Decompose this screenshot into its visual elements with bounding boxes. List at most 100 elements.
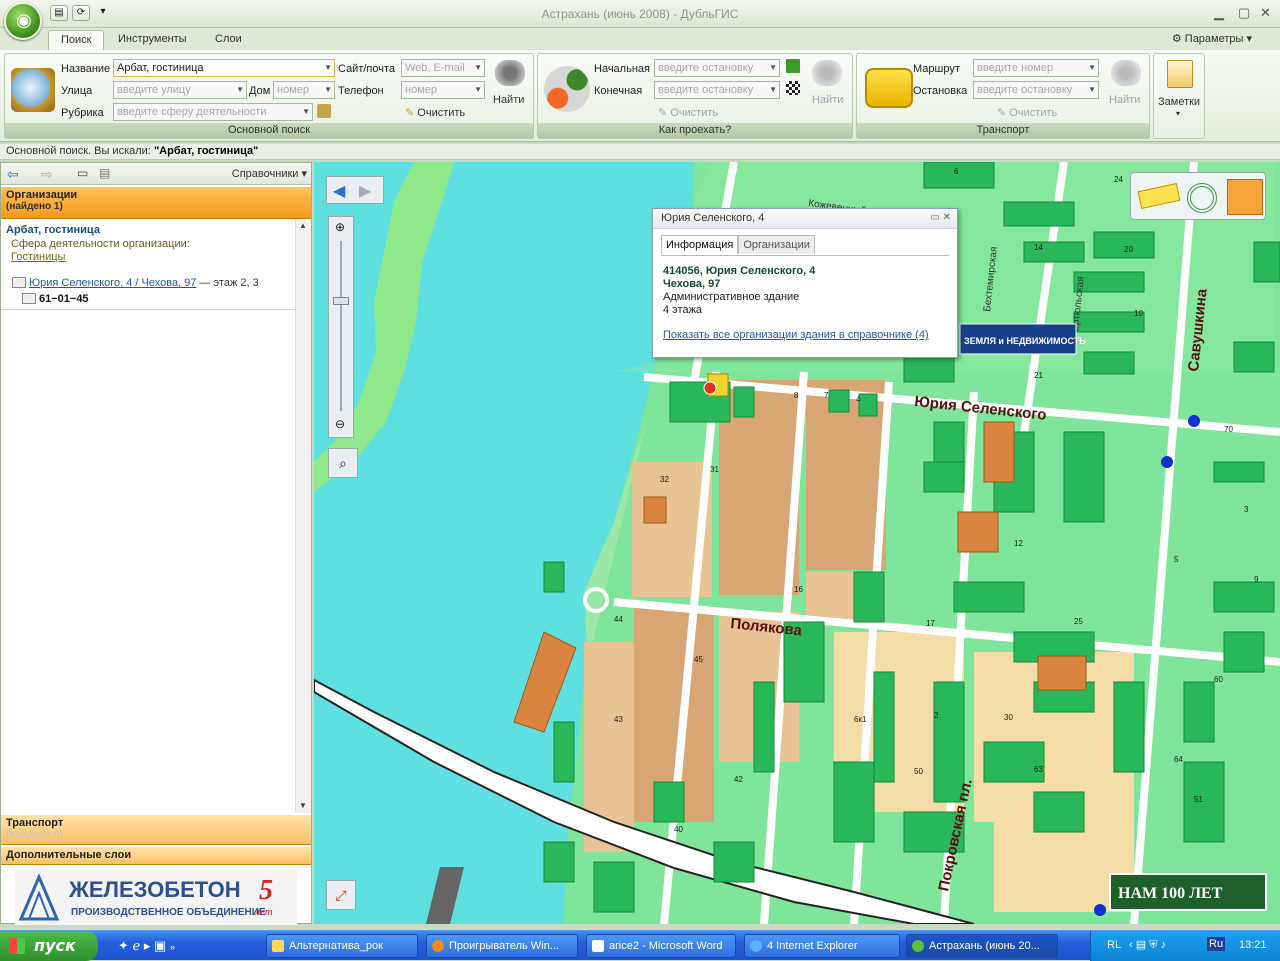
popup-header: Юрия Селенского, 4 ▭ ✕ — [653, 209, 957, 229]
sphere-label: Сфера деятельности организации: — [11, 238, 190, 250]
find-button[interactable]: Найти — [493, 94, 524, 106]
reference-menu[interactable]: Справочники ▾ — [232, 167, 307, 180]
start-stop-input[interactable]: введите остановку ▼ — [654, 59, 780, 77]
notes-group[interactable]: Заметки ▾ — [1153, 53, 1205, 139]
popup-close-icon[interactable]: ▭ ✕ — [930, 212, 951, 223]
title-bar: ◉ ▤ ⟳ ▾ Астрахань (июнь 2008) - ДубльГИС… — [0, 0, 1280, 40]
tray-lang-rl[interactable]: RL — [1107, 939, 1121, 951]
house-number-label: 51 — [1194, 795, 1203, 804]
phone-input[interactable]: номер ▼ — [401, 81, 485, 99]
divider — [1, 309, 297, 310]
quicklaunch-more-icon[interactable]: » — [170, 942, 175, 952]
route-number-label: Маршрут — [913, 63, 960, 75]
end-stop-input[interactable]: введите остановку ▼ — [654, 81, 780, 99]
tab-layers[interactable]: Слои — [203, 30, 254, 50]
system-tray: RL ‹ ▤ ⛨ ♪ Ru 13:21 — [1090, 931, 1280, 961]
address-link[interactable]: Юрия Селенского, 4 / Чехова, 97 — [29, 277, 196, 289]
popup-tab-info[interactable]: Информация — [661, 235, 739, 254]
forward-arrow-icon[interactable]: ⇨ — [41, 166, 53, 183]
media-icon[interactable]: ▸ — [144, 938, 151, 953]
sphere-link[interactable]: Гостиницы — [11, 251, 65, 263]
map-back-icon[interactable]: ◀ — [333, 181, 345, 201]
house-number-label: 9 — [1254, 575, 1259, 584]
taskbar-item-word[interactable]: arice2 - Microsoft Word — [586, 934, 736, 958]
popup-address: 414056, Юрия Селенского, 4 — [663, 265, 816, 277]
zoom-out-icon[interactable]: ⊖ — [335, 417, 345, 431]
start-label: Начальная — [594, 63, 650, 75]
status-prefix: Основной поиск. Вы искали: — [6, 145, 151, 157]
org-address: Юрия Селенского, 4 / Чехова, 97 — этаж 2… — [29, 277, 259, 289]
map-history-controls: ◀ ▶ — [326, 176, 384, 204]
tab-search[interactable]: Поиск — [48, 30, 105, 50]
route-group: Начальная введите остановку ▼ Конечная вв… — [537, 53, 853, 139]
zoom-in-icon[interactable]: ⊕ — [335, 220, 345, 234]
route-find-button[interactable]: Найти — [812, 94, 843, 106]
zoom-area-icon[interactable]: ⌕ — [328, 448, 358, 478]
transport-find-button[interactable]: Найти — [1109, 94, 1140, 106]
broom-icon: ✎ — [658, 107, 668, 119]
rubric-label: Рубрика — [61, 107, 104, 119]
route-number-input[interactable]: введите номер ▼ — [973, 59, 1099, 77]
taskbar-item-folder[interactable]: Альтернатива_рок — [266, 934, 418, 958]
start-flag-icon[interactable] — [786, 59, 800, 73]
print-list-icon[interactable]: ▭ — [77, 166, 88, 180]
transport-stop-input[interactable]: введите остановку ▼ — [973, 81, 1099, 99]
house-number-label: 17 — [926, 619, 935, 628]
name-input[interactable]: Арбат, гостиница ▼ — [113, 59, 335, 77]
fullscreen-icon[interactable]: ⤢ — [326, 880, 356, 910]
scroll-down-icon[interactable]: ▼ — [299, 801, 307, 810]
finish-flag-icon[interactable] — [786, 81, 800, 95]
map-sign-land: ЗЕМЛЯ и НЕДВИЖИМОСТЬ — [964, 336, 1086, 346]
house-number-label: 8 — [794, 391, 799, 400]
ie-icon[interactable]: ℯ — [133, 938, 141, 953]
quicklaunch-icon[interactable]: ✦ — [118, 938, 129, 953]
shield-icon[interactable]: ⛨ — [1149, 939, 1157, 951]
radar-icon[interactable] — [1187, 183, 1217, 213]
back-arrow-icon[interactable]: ⇦ — [7, 166, 19, 183]
taskbar-item-2gis[interactable]: Астрахань (июнь 20... — [906, 934, 1058, 958]
collapse-icon[interactable]: ▤ — [99, 166, 110, 180]
network-icon[interactable]: ▤ — [1136, 939, 1146, 951]
volume-icon[interactable]: ♪ — [1161, 939, 1167, 951]
tab-tools[interactable]: Инструменты — [106, 30, 199, 50]
tray-lang-ru[interactable]: Ru — [1207, 937, 1226, 951]
house-input[interactable]: номер ▼ — [273, 81, 335, 99]
house-number-label: 63 — [1034, 765, 1043, 774]
params-menu[interactable]: ⚙ Параметры ▾ — [1172, 32, 1252, 45]
zoom-thumb[interactable] — [333, 297, 349, 305]
cube-icon[interactable] — [1227, 179, 1263, 215]
orgs-header[interactable]: Организации (найдено 1) — [1, 187, 311, 219]
route-clear-button[interactable]: ✎ Очистить — [658, 106, 718, 119]
clear-button[interactable]: ✎ Очистить — [405, 106, 465, 119]
minimize-icon[interactable]: ▁ — [1214, 5, 1224, 21]
org-name[interactable]: Арбат, гостиница — [6, 224, 100, 236]
street-input[interactable]: введите улицу ▼ — [113, 81, 247, 99]
close-icon[interactable]: ✕ — [1260, 5, 1271, 21]
zoom-slider[interactable]: ⊕ ⊖ — [328, 216, 354, 438]
site-input[interactable]: Web, E-mail ▼ — [401, 59, 485, 77]
results-scrollbar[interactable]: ▲ ▼ — [295, 219, 311, 813]
tray-arrow-icon[interactable]: ‹ — [1129, 939, 1133, 951]
broom-icon: ✎ — [997, 107, 1007, 119]
popup-tab-orgs[interactable]: Организации — [738, 235, 815, 254]
ruler-icon[interactable] — [1137, 183, 1181, 209]
layers-header[interactable]: Дополнительные слои — [1, 847, 311, 865]
map-sign-100: НАМ 100 ЛЕТ — [1118, 885, 1223, 902]
start-button[interactable]: пуск — [0, 931, 98, 961]
maximize-icon[interactable]: ▢ — [1238, 5, 1250, 21]
rubric-input[interactable]: введите сферу деятельности ▼ — [113, 103, 313, 121]
popup-show-orgs-link[interactable]: Показать все организации здания в справо… — [663, 329, 929, 341]
rubricator-icon[interactable] — [317, 104, 331, 118]
taskbar-item-player[interactable]: Проигрыватель Win... — [426, 934, 578, 958]
ad-banner[interactable]: ЖЕЛЕЗОБЕТОН ПРОИЗВОДСТВЕННОЕ ОБЪЕДИНЕНИЕ… — [15, 869, 297, 925]
status-query: "Арбат, гостиница" — [153, 145, 259, 157]
taskbar-item-ie[interactable]: 4 Internet Explorer — [744, 934, 900, 958]
map-forward-icon[interactable]: ▶ — [359, 181, 371, 201]
phone-label: Телефон — [338, 85, 384, 97]
desktop-icon[interactable]: ▣ — [154, 938, 166, 953]
taskbar: пуск ✦ ℯ ▸ ▣ » Альтернатива_рок Проигрыв… — [0, 930, 1280, 961]
transport-header[interactable]: Транспорт (найдено 0) — [1, 815, 311, 845]
transport-clear-button[interactable]: ✎ Очистить — [997, 106, 1057, 119]
app-menu-button[interactable]: ◉ — [4, 2, 42, 40]
scroll-up-icon[interactable]: ▲ — [299, 221, 307, 230]
